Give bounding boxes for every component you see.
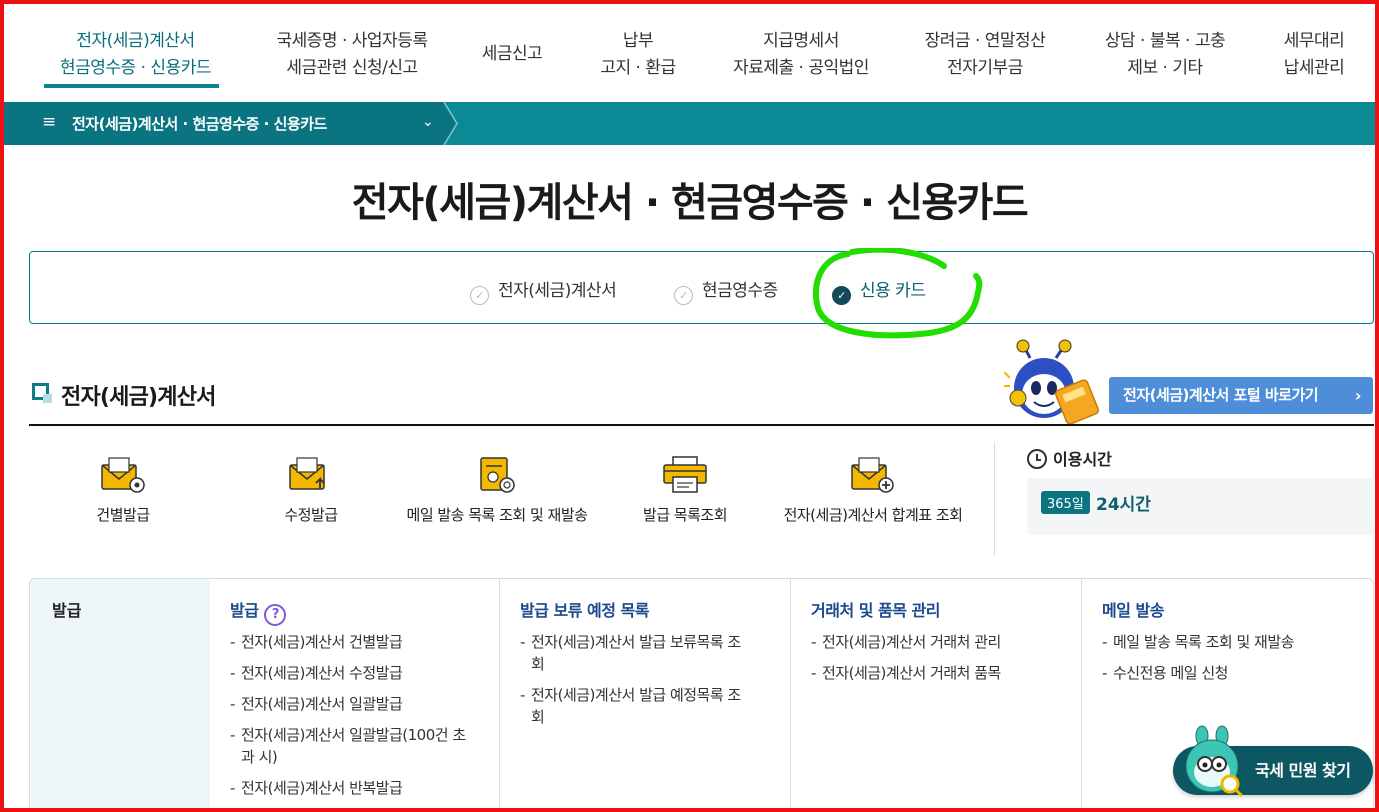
menu-link[interactable]: 메일 발송 목록 조회 및 재발송 <box>1102 631 1352 653</box>
menu-link[interactable]: 수신전용 메일 신청 <box>1102 662 1352 684</box>
nav-item-payment[interactable]: 납부 고지 · 환급 <box>588 28 688 82</box>
nav-item-consultation[interactable]: 상담 · 불복 · 고충 제보 · 기타 <box>1090 28 1240 82</box>
nav-item-tax-return[interactable]: 세금신고 <box>472 41 552 68</box>
nav-item-certificate[interactable]: 국세증명 · 사업자등록 세금관련 신청/신고 <box>262 28 442 82</box>
section-square-icon <box>32 383 52 403</box>
portal-shortcut-button[interactable]: 전자(세금)계산서 포털 바로가기 › <box>1109 377 1373 414</box>
hours-title: 이용시간 <box>1027 446 1112 470</box>
breadcrumb-separator-icon <box>443 102 458 145</box>
menu-column-pending: 발급 보류 예정 목록 전자(세금)계산서 발급 보류목록 조회 전자(세금)계… <box>500 579 791 812</box>
breadcrumb-label: 전자(세금)계산서 · 현금영수증 · 신용카드 <box>72 115 327 133</box>
vertical-divider <box>994 442 995 556</box>
column-title: 메일 발송 <box>1102 601 1164 620</box>
quick-issue-single[interactable]: 건별발급 <box>28 455 218 525</box>
mail-scroll-icon <box>480 457 515 493</box>
mascot-magnifier-icon <box>1185 725 1244 798</box>
page-title: 전자(세금)계산서 · 현금영수증 · 신용카드 <box>351 180 1029 226</box>
menu-link[interactable]: 전자(세금)계산서 일괄발급(100건 초과 시) <box>230 724 470 768</box>
menu-link[interactable]: 전자(세금)계산서 건별발급 <box>230 631 470 653</box>
envelope-gear-icon <box>101 457 145 493</box>
column-title: 발급 보류 예정 목록 <box>520 601 649 620</box>
tab-einvoice[interactable]: ✓ 전자(세금)계산서 <box>470 276 617 305</box>
quick-issue-amend[interactable]: 수정발급 <box>216 455 406 525</box>
column-title: 거래처 및 품목 관리 <box>811 601 940 620</box>
menu-link[interactable]: 전자(세금)계산서 발급 보류목록 조회 <box>520 631 750 675</box>
nav-item-einvoice[interactable]: 전자(세금)계산서 현금영수증 · 신용카드 <box>48 28 223 82</box>
quick-issued-list[interactable]: 발급 목록조회 <box>590 455 780 525</box>
nav-item-payment-statement[interactable]: 지급명세서 자료제출 · 공익법인 <box>716 28 886 82</box>
menu-link[interactable]: 전자(세금)계산서 반복발급 <box>230 777 470 799</box>
menu-list: 전자(세금)계산서 건별발급 전자(세금)계산서 수정발급 전자(세금)계산서 … <box>230 631 470 808</box>
menu-list: 메일 발송 목록 조회 및 재발송 수신전용 메일 신청 <box>1102 631 1352 693</box>
check-circle-icon: ✓ <box>674 286 693 305</box>
section-divider <box>29 424 1374 426</box>
menu-column-partners: 거래처 및 품목 관리 전자(세금)계산서 거래처 관리 전자(세금)계산서 거… <box>791 579 1082 812</box>
section-title: 전자(세금)계산서 <box>61 385 216 410</box>
category-cell: 발급 <box>30 579 210 812</box>
menu-icon: ≡ <box>42 112 57 132</box>
envelope-plus-icon <box>851 457 894 493</box>
clock-icon <box>1027 449 1047 469</box>
printer-icon <box>663 456 707 493</box>
category-label: 발급 <box>52 601 82 620</box>
menu-link[interactable]: 전자(세금)계산서 거래처 관리 <box>811 631 1061 653</box>
nav-item-incentive[interactable]: 장려금 · 연말정산 전자기부금 <box>910 28 1060 82</box>
help-icon[interactable]: ? <box>264 604 287 626</box>
breadcrumb-bar: ≡ 전자(세금)계산서 · 현금영수증 · 신용카드 ⌄ <box>4 102 1375 145</box>
365-badge: 365일 <box>1041 491 1090 514</box>
nav-active-underline <box>44 84 219 88</box>
chevron-right-icon: › <box>1354 386 1362 405</box>
quick-summary-table[interactable]: 전자(세금)계산서 합계표 조회 <box>778 455 968 525</box>
menu-list: 전자(세금)계산서 발급 보류목록 조회 전자(세금)계산서 발급 예정목록 조… <box>520 631 750 737</box>
menu-list: 전자(세금)계산서 거래처 관리 전자(세금)계산서 거래처 품목 <box>811 631 1061 693</box>
menu-column-issue: 발급? 전자(세금)계산서 건별발급 전자(세금)계산서 수정발급 전자(세금)… <box>210 579 500 812</box>
nav-item-tax-agent[interactable]: 세무대리 납세관리 <box>1272 28 1356 82</box>
menu-table: 발급 발급? 전자(세금)계산서 건별발급 전자(세금)계산서 수정발급 전자(… <box>29 578 1374 812</box>
menu-link[interactable]: 전자(세금)계산서 거래처 품목 <box>811 662 1061 684</box>
column-title: 발급? <box>230 597 287 626</box>
tab-cash-receipt[interactable]: ✓ 현금영수증 <box>674 276 778 305</box>
menu-link[interactable]: 전자(세금)계산서 발급 예정목록 조회 <box>520 684 750 728</box>
menu-link[interactable]: 전자(세금)계산서 일괄발급 <box>230 693 470 715</box>
tab-group: ✓ 전자(세금)계산서 ✓ 현금영수증 ✓ 신용 카드 <box>29 251 1374 324</box>
breadcrumb-dropdown[interactable]: ≡ 전자(세금)계산서 · 현금영수증 · 신용카드 ⌄ <box>4 102 444 145</box>
envelope-edit-icon <box>289 457 325 490</box>
check-circle-icon: ✓ <box>470 286 489 305</box>
green-highlight-annotation <box>812 248 983 339</box>
quick-mail-resend[interactable]: 메일 발송 목록 조회 및 재발송 <box>402 455 592 525</box>
chevron-down-icon: ⌄ <box>422 114 434 130</box>
menu-link[interactable]: 전자(세금)계산서 수정발급 <box>230 662 470 684</box>
hours-box: 365일 24시간 <box>1027 478 1373 535</box>
hours-value: 24시간 <box>1096 495 1151 515</box>
mascot-calculator-icon <box>1004 339 1100 424</box>
